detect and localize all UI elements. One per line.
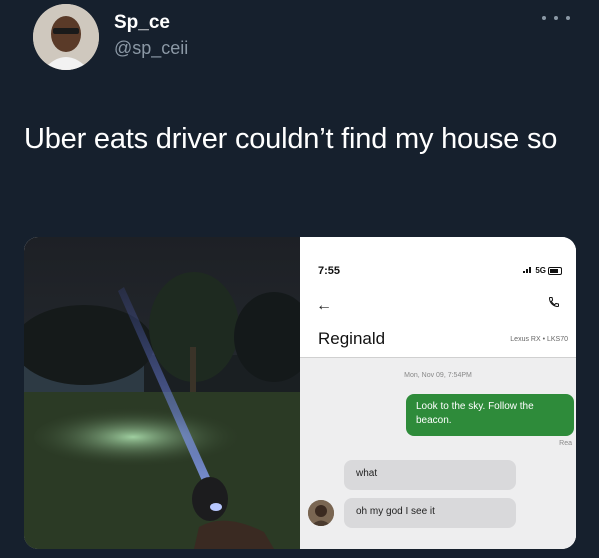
user-avatar[interactable]	[33, 4, 99, 70]
driver-avatar	[308, 500, 334, 526]
contact-name: Reginald	[318, 329, 386, 348]
battery-icon	[548, 266, 562, 275]
tweet-header: Sp_ce @sp_ceii	[0, 0, 599, 90]
flashlight-photo	[24, 237, 314, 549]
user-handle[interactable]: @sp_ceii	[114, 38, 188, 59]
signal-icon	[523, 266, 533, 275]
status-bar-icons: 5G	[523, 266, 562, 275]
chat-thread: Mon, Nov 09, 7:54PM Look to the sky. Fol…	[300, 358, 576, 549]
received-message: oh my god I see it	[344, 498, 516, 528]
message-timestamp: Mon, Nov 09, 7:54PM	[404, 372, 472, 379]
back-arrow-icon[interactable]: ←	[316, 297, 332, 315]
network-label: 5G	[535, 266, 546, 275]
phone-call-icon[interactable]	[548, 295, 560, 313]
tweet-text: Uber eats driver couldn’t find my house …	[24, 123, 558, 155]
more-horizontal-icon[interactable]	[542, 11, 570, 25]
read-receipt: Rea	[559, 440, 572, 447]
sent-message: Look to the sky. Follow the beacon.	[406, 394, 574, 436]
tweet-media[interactable]: 7:55 5G ← Reginald Lexus RX • LKS70 Mon,…	[24, 237, 576, 549]
vehicle-info: Lexus RX • LKS70	[510, 336, 568, 343]
messages-screenshot: 7:55 5G ← Reginald Lexus RX • LKS70 Mon,…	[300, 237, 576, 549]
status-time: 7:55	[318, 265, 341, 277]
display-name[interactable]: Sp_ce	[114, 12, 170, 34]
received-message: what	[344, 460, 516, 490]
